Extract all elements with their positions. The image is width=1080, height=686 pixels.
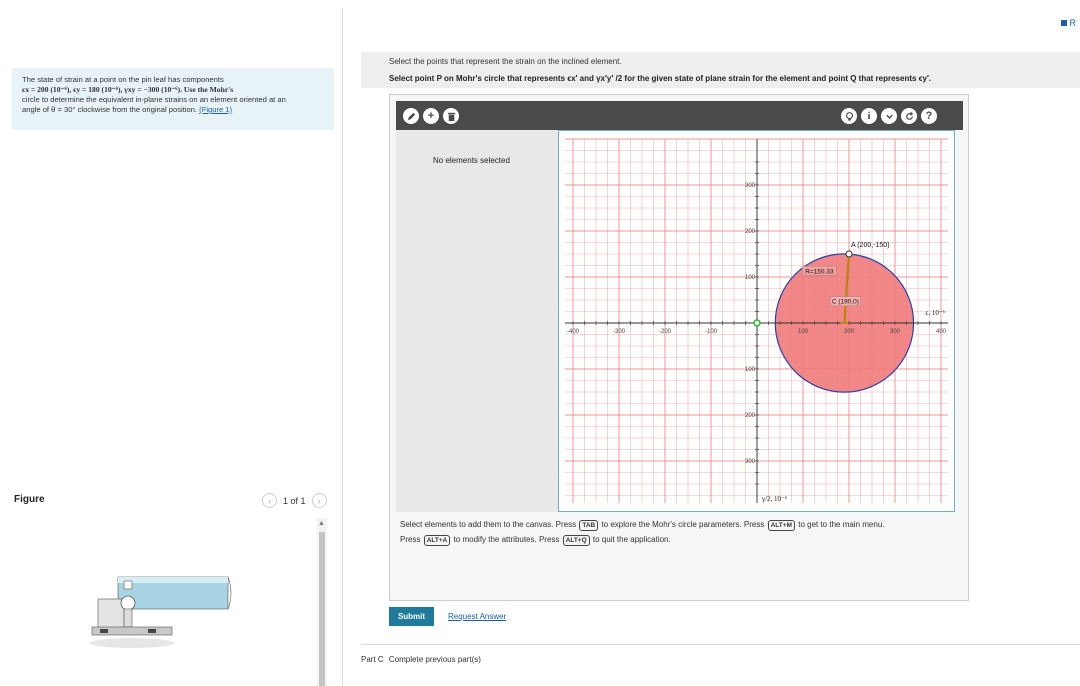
hint-icon[interactable] bbox=[841, 108, 857, 124]
submit-button[interactable]: Submit bbox=[389, 607, 434, 626]
figure-link[interactable]: (Figure 1) bbox=[199, 105, 232, 114]
radius-label: R=150.33 bbox=[805, 268, 834, 275]
part-c-label: Part C bbox=[361, 655, 384, 664]
x-tick-label: -400 bbox=[567, 329, 580, 335]
problem-line-2: ϵx = 200 (10⁻⁶), ϵy = 180 (10⁻⁶), γxy = … bbox=[22, 85, 234, 94]
instruction-text: Select the points that represent the str… bbox=[389, 57, 622, 66]
help-text-4: Press bbox=[400, 535, 421, 544]
point-a-label: A (200,-150) bbox=[851, 242, 890, 249]
y-tick-label: 100 bbox=[745, 275, 756, 281]
scroll-up-icon[interactable]: ▲ bbox=[318, 520, 325, 527]
help-icon[interactable]: ? bbox=[921, 108, 937, 124]
help-text-3: to get to the main menu. bbox=[798, 520, 885, 529]
scroll-thumb[interactable] bbox=[319, 532, 325, 686]
part-c-row: Part C Complete previous part(s) bbox=[361, 655, 481, 664]
pencil-icon[interactable] bbox=[403, 108, 419, 124]
instruction-task: Select point P on Mohr's circle that rep… bbox=[389, 74, 932, 83]
figure-scrollbar[interactable]: ▲ bbox=[317, 518, 327, 686]
x-tick-label: 200 bbox=[844, 329, 855, 335]
mohr-plot[interactable]: -400 -300 -200 -100 100 200 300 400 300 200 100 100… bbox=[558, 130, 955, 512]
selection-status: No elements selected bbox=[433, 156, 510, 165]
x-tick-label: -300 bbox=[613, 329, 626, 335]
point-a bbox=[845, 250, 853, 258]
y-tick-label: 300 bbox=[745, 459, 756, 465]
center-label: C (190,0) bbox=[832, 299, 859, 306]
y-tick-label: 200 bbox=[745, 229, 756, 235]
figure-heading: Figure bbox=[14, 494, 45, 505]
tab-key-badge: TAB bbox=[579, 520, 599, 531]
page-root: The state of strain at a point on the pi… bbox=[0, 0, 1080, 686]
pin-leaf-figure bbox=[90, 576, 232, 648]
panel-divider bbox=[342, 8, 343, 686]
origin-point bbox=[753, 319, 761, 327]
help-text-1: Select elements to add them to the canva… bbox=[400, 520, 577, 529]
trash-icon[interactable] bbox=[443, 108, 459, 124]
tool-toolbar: + i ? bbox=[396, 101, 963, 130]
figure-pager: ‹ 1 of 1 › bbox=[262, 493, 327, 508]
x-tick-label: -200 bbox=[659, 329, 672, 335]
alt-m-key-badge: ALT+M bbox=[767, 520, 795, 531]
help-text-6: to quit the application. bbox=[592, 535, 671, 544]
part-c-text: Complete previous part(s) bbox=[388, 655, 481, 664]
alt-q-key-badge: ALT+Q bbox=[562, 535, 590, 546]
top-link-text: R bbox=[1069, 18, 1077, 28]
x-tick-label: -100 bbox=[705, 329, 718, 335]
y-tick-label: 200 bbox=[745, 413, 756, 419]
problem-line-4: angle of θ = 30° clockwise from the orig… bbox=[22, 105, 198, 114]
keyboard-help: Select elements to add them to the canva… bbox=[400, 517, 960, 547]
chevron-left-icon[interactable]: ‹ bbox=[262, 493, 277, 508]
alt-a-key-badge: ALT+A bbox=[423, 535, 451, 546]
x-tick-label: 400 bbox=[936, 329, 947, 335]
request-answer-link[interactable]: Request Answer bbox=[448, 612, 506, 621]
info-icon[interactable]: i bbox=[861, 108, 877, 124]
chevron-down-icon[interactable] bbox=[881, 108, 897, 124]
help-text-2: to explore the Mohr's circle parameters.… bbox=[601, 520, 765, 529]
reset-icon[interactable] bbox=[901, 108, 917, 124]
problem-statement: The state of strain at a point on the pi… bbox=[12, 68, 334, 130]
top-right-link[interactable]: R bbox=[1060, 18, 1077, 28]
flag-icon bbox=[1060, 20, 1067, 26]
x-tick-label: 300 bbox=[890, 329, 901, 335]
plus-icon[interactable]: + bbox=[423, 108, 439, 124]
problem-line-4-wrap: angle of θ = 30° clockwise from the orig… bbox=[22, 105, 324, 115]
selection-panel: No elements selected bbox=[396, 130, 558, 512]
chevron-right-icon[interactable]: › bbox=[311, 493, 327, 508]
pager-text: 1 of 1 bbox=[283, 495, 306, 506]
mohr-plot-svg[interactable]: -400 -300 -200 -100 100 200 300 400 300 200 100 100… bbox=[559, 131, 954, 511]
y-axis-label: γ/2, 10⁻⁶ bbox=[761, 495, 788, 503]
x-tick-label: 100 bbox=[798, 329, 809, 335]
problem-line-1: The state of strain at a point on the pi… bbox=[22, 75, 224, 84]
problem-line-3: circle to determine the equivalent in-pl… bbox=[22, 95, 286, 104]
y-tick-label: 100 bbox=[745, 367, 756, 373]
part-divider bbox=[361, 644, 1080, 645]
y-tick-label: 300 bbox=[745, 183, 756, 189]
x-axis-label: ε, 10⁻⁶ bbox=[925, 309, 945, 317]
help-text-5: to modify the attributes. Press bbox=[453, 535, 560, 544]
